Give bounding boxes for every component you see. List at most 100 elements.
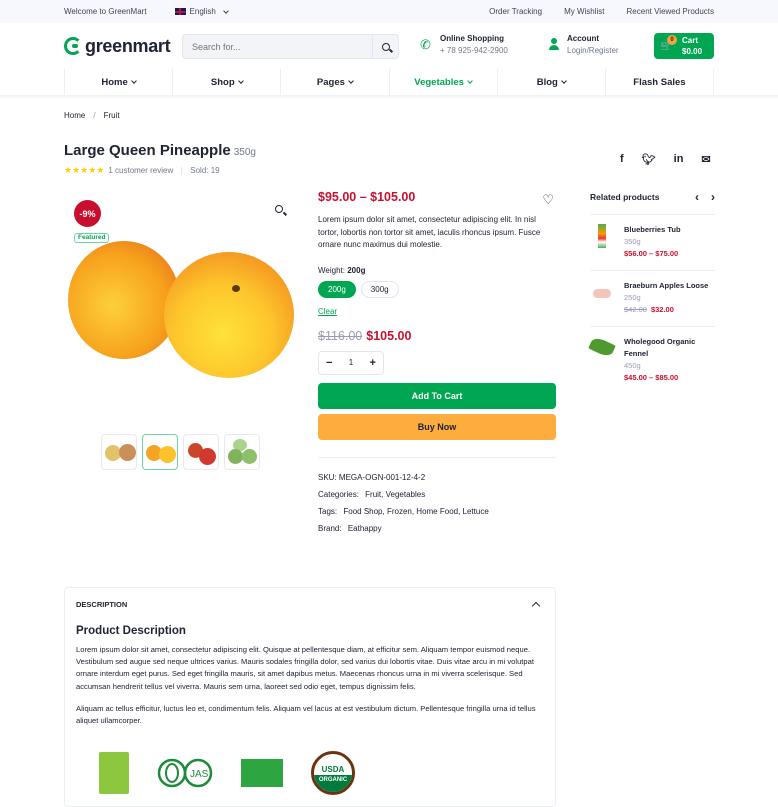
clear-link[interactable]: Clear bbox=[318, 307, 337, 316]
add-to-cart-button[interactable]: Add To Cart bbox=[318, 382, 556, 409]
logo[interactable]: greenmart bbox=[64, 35, 171, 57]
share-links: f 🐦︎ in ✉ bbox=[620, 153, 711, 166]
email-icon[interactable]: ✉ bbox=[701, 153, 710, 166]
review-link[interactable]: 1 customer review bbox=[108, 166, 173, 175]
nav-item-vegetables[interactable]: Vegetables bbox=[388, 69, 497, 95]
discount-badge: -9% bbox=[74, 200, 101, 227]
chevron-down-icon bbox=[348, 78, 354, 84]
related-item[interactable]: Braeburn Apples Loose 250g $42.00 $32.00 bbox=[590, 271, 715, 327]
product-meta: SKU: MEGA-OGN-001-12-4-2 Categories: Fru… bbox=[318, 469, 556, 537]
thumbnail[interactable] bbox=[224, 434, 260, 470]
chevron-down-icon bbox=[560, 78, 567, 84]
nav-item-home[interactable]: Home bbox=[64, 69, 172, 95]
thumbnail-list bbox=[101, 434, 260, 470]
nav-label: Home bbox=[101, 76, 128, 88]
related-item[interactable]: Wholegood Organic Fennel 450g $45.00 – $… bbox=[588, 327, 715, 383]
login-register-link[interactable]: Login/Register bbox=[567, 46, 619, 55]
short-description: Lorem ipsum dolor sit amet, consectetur … bbox=[318, 215, 541, 249]
chevron-down-icon bbox=[467, 78, 473, 84]
next-arrow-icon[interactable]: › bbox=[711, 190, 715, 204]
breadcrumb-home[interactable]: Home bbox=[64, 111, 85, 120]
weight-option-200g[interactable]: 200g bbox=[318, 280, 356, 298]
buy-now-button[interactable]: Buy Now bbox=[318, 413, 556, 440]
language-selector[interactable]: English bbox=[174, 7, 229, 16]
cart-button[interactable]: 🛒 0 Cart $0.00 bbox=[654, 33, 714, 59]
nav-item-shop[interactable]: Shop bbox=[172, 69, 280, 95]
brand-key: Brand: bbox=[318, 523, 342, 533]
weight-options: 200g 300g bbox=[318, 280, 556, 298]
brand-row: Brand: Eathappy bbox=[318, 520, 556, 537]
product-image-2 bbox=[164, 252, 294, 378]
rating-row: ★★★★★ 1 customer review Sold: 19 bbox=[64, 165, 220, 176]
divider bbox=[181, 166, 183, 175]
twitter-icon[interactable]: 🐦︎ bbox=[642, 153, 656, 166]
breadcrumb-fruit[interactable]: Fruit bbox=[104, 111, 120, 120]
nav-label: Shop bbox=[210, 76, 235, 88]
prev-arrow-icon[interactable]: ‹ bbox=[695, 190, 699, 204]
sku-value: MEGA-OGN-001-12-4-2 bbox=[338, 472, 426, 482]
description-tab[interactable]: DESCRIPTION bbox=[76, 588, 544, 621]
nav-label: Blog bbox=[536, 76, 558, 88]
related-weight: 350g bbox=[624, 237, 641, 246]
weight-label: Weight: 200g bbox=[318, 266, 556, 275]
thumbnail[interactable] bbox=[142, 434, 178, 470]
linkedin-icon[interactable]: in bbox=[674, 153, 684, 166]
tags-row: Tags: Food Shop, Frozen, Home Food, Lett… bbox=[318, 503, 556, 520]
chevron-up-icon[interactable] bbox=[531, 601, 541, 611]
search-button[interactable] bbox=[372, 35, 398, 58]
recent-viewed-link[interactable]: Recent Viewed Products bbox=[627, 7, 714, 16]
nav-divider bbox=[0, 95, 778, 99]
facebook-icon[interactable]: f bbox=[620, 153, 624, 166]
thumbnail[interactable] bbox=[101, 434, 137, 470]
increase-button[interactable]: + bbox=[370, 357, 376, 369]
nav-item-blog[interactable]: Blog bbox=[496, 69, 605, 95]
related-price: $45.00 – $85.00 bbox=[624, 373, 679, 382]
nav-label: Pages bbox=[316, 76, 345, 88]
categories-row: Categories: Fruit, Vegetables bbox=[318, 486, 556, 503]
peach-stem bbox=[232, 285, 240, 292]
wishlist-heart-icon[interactable]: ♡ bbox=[542, 192, 554, 208]
search-input[interactable] bbox=[183, 35, 372, 58]
star-rating-icon: ★★★★★ bbox=[64, 165, 105, 175]
svg-text:JAS: JAS bbox=[190, 769, 209, 780]
nav-label: Vegetables bbox=[414, 76, 464, 88]
search-bar bbox=[182, 34, 399, 59]
weight-option-300g[interactable]: 300g bbox=[360, 280, 399, 298]
featured-badge: Featured bbox=[74, 233, 110, 243]
nav-item-flash-sales[interactable]: Flash Sales bbox=[604, 69, 715, 95]
thumbnail[interactable] bbox=[183, 434, 219, 470]
description-title: Product Description bbox=[76, 625, 186, 637]
product-gallery: -9% Featured bbox=[64, 195, 296, 420]
nav-item-pages[interactable]: Pages bbox=[280, 69, 388, 95]
japan-organic-logo bbox=[99, 752, 129, 795]
breadcrumb-separator: / bbox=[93, 111, 96, 120]
related-title: Related products bbox=[590, 192, 660, 202]
product-weight: 350g bbox=[233, 147, 256, 158]
brand-link[interactable]: Eathappy bbox=[348, 524, 382, 533]
related-products: Related products ‹ › Blueberries Tub 350g… bbox=[588, 190, 715, 383]
quantity-stepper: − 1 + bbox=[318, 350, 384, 375]
related-item[interactable]: Blueberries Tub 350g $56.00 – $75.00 bbox=[590, 215, 715, 271]
logo-text: greenmart bbox=[85, 35, 171, 56]
wishlist-link[interactable]: My Wishlist bbox=[564, 7, 604, 16]
description-panel: DESCRIPTION Product Description Lorem ip… bbox=[64, 587, 556, 807]
decrease-button[interactable]: − bbox=[326, 357, 332, 369]
weight-key: Weight: bbox=[318, 265, 345, 275]
account-info[interactable]: Account Login/Register bbox=[549, 34, 619, 55]
certification-logos: JAS USDA ORGANIC bbox=[76, 751, 544, 796]
phone-info[interactable]: ✆ Online Shopping + 78 925-942-2900 bbox=[420, 34, 508, 55]
related-name: Wholegood Organic Fennel bbox=[624, 337, 696, 358]
zoom-icon[interactable] bbox=[275, 205, 283, 213]
search-icon bbox=[381, 42, 390, 51]
product-thumbnail bbox=[588, 335, 616, 360]
related-name: Blueberries Tub bbox=[624, 225, 681, 234]
product-image[interactable] bbox=[68, 241, 180, 359]
quantity-input[interactable]: 1 bbox=[349, 358, 353, 367]
order-tracking-link[interactable]: Order Tracking bbox=[489, 7, 542, 16]
breadcrumb: Home / Fruit bbox=[64, 111, 120, 120]
categories-links[interactable]: Fruit, Vegetables bbox=[365, 490, 425, 499]
related-old-price: $42.00 bbox=[624, 305, 647, 314]
related-header: Related products ‹ › bbox=[590, 190, 715, 215]
tags-links[interactable]: Food Shop, Frozen, Home Food, Lettuce bbox=[343, 507, 488, 516]
variation-price: $116.00 $105.00 bbox=[318, 329, 556, 343]
